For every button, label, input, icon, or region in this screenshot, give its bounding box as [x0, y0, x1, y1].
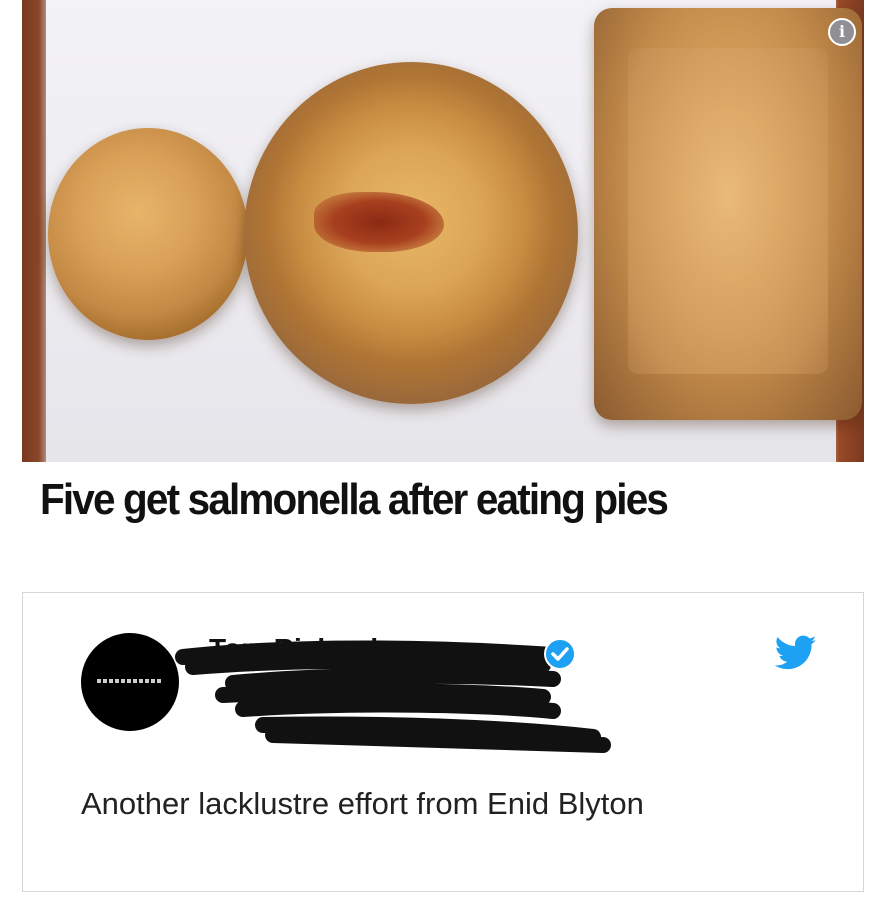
tweet-text[interactable]: Another lacklustre effort from Enid Blyt…	[81, 779, 781, 829]
verified-badge-icon	[544, 638, 576, 670]
tweet-card[interactable]: Tom Richardson Another lacklustre effort…	[22, 592, 864, 892]
display-name[interactable]: Tom Richardson	[209, 633, 428, 665]
large-round-pie	[244, 62, 578, 404]
twitter-bird-icon[interactable]	[775, 635, 817, 671]
pie-filling-crack	[314, 192, 444, 252]
small-round-pie	[48, 128, 248, 340]
avatar[interactable]	[81, 633, 179, 731]
photo-background	[46, 0, 862, 462]
pie-top-crust	[628, 48, 828, 374]
avatar-logo-text	[97, 679, 163, 683]
rectangular-pie	[594, 8, 862, 420]
info-icon[interactable]: i	[828, 18, 856, 46]
article-headline[interactable]: Five get salmonella after eating pies	[40, 476, 776, 524]
article-photo[interactable]: i	[22, 0, 864, 462]
